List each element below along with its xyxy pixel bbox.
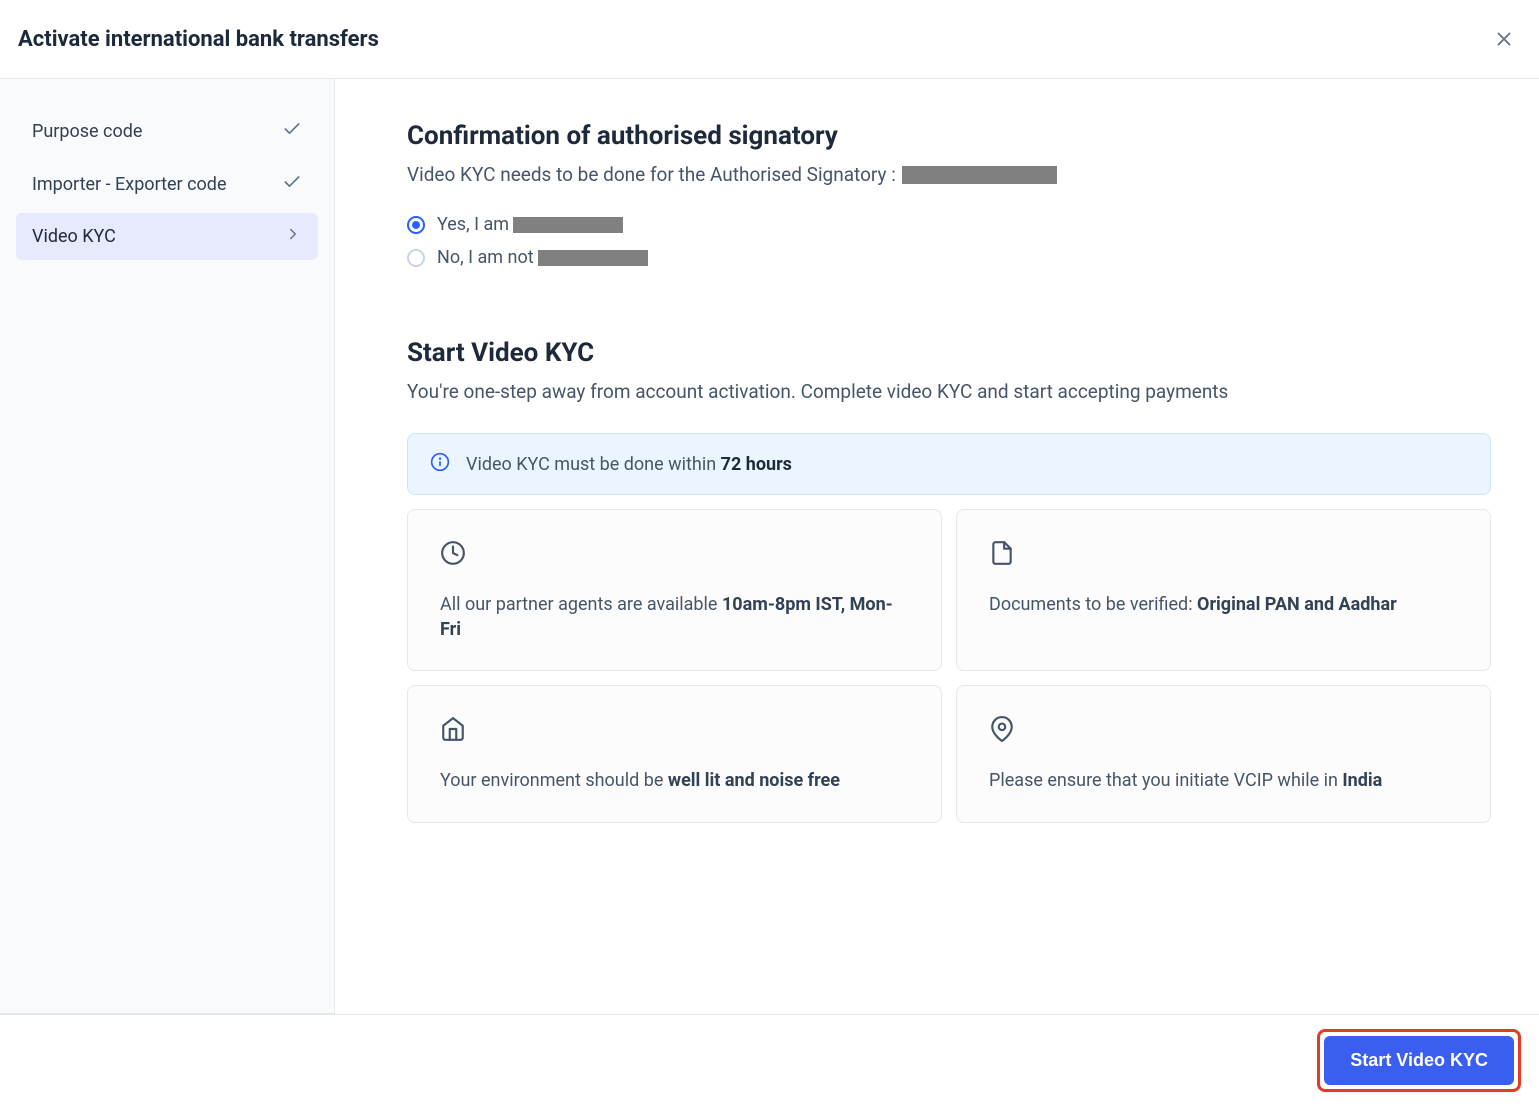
main-content: Confirmation of authorised signatory Vid…: [335, 79, 1539, 1014]
confirmation-subtitle: Video KYC needs to be done for the Autho…: [407, 163, 1491, 186]
radio-no-label: No, I am not: [437, 247, 648, 268]
footer: Start Video KYC: [0, 1014, 1539, 1106]
chevron-right-icon: [284, 225, 302, 248]
confirmation-radio-group: Yes, I am No, I am not: [407, 214, 1491, 268]
page-header: Activate international bank transfers: [0, 0, 1539, 79]
sidebar-item-label: Importer - Exporter code: [32, 174, 226, 195]
card-bold: Original PAN and Aadhar: [1197, 594, 1397, 615]
card-text: All our partner agents are available 10a…: [440, 592, 909, 642]
confirmation-section: Confirmation of authorised signatory Vid…: [407, 121, 1491, 268]
redacted-name: [538, 250, 648, 266]
check-icon: [282, 119, 302, 144]
radio-indicator-selected: [407, 216, 425, 234]
card-location: Please ensure that you initiate VCIP whi…: [956, 685, 1491, 822]
start-title: Start Video KYC: [407, 338, 1491, 368]
radio-yes-prefix: Yes, I am: [437, 214, 513, 235]
card-prefix: Please ensure that you initiate VCIP whi…: [989, 770, 1342, 791]
highlight-frame: Start Video KYC: [1317, 1029, 1521, 1092]
start-video-kyc-section: Start Video KYC You're one-step away fro…: [407, 338, 1491, 823]
sidebar-item-iec[interactable]: Importer - Exporter code: [16, 160, 318, 209]
card-prefix: All our partner agents are available: [440, 594, 722, 615]
close-icon: [1493, 28, 1515, 50]
sidebar-item-purpose-code[interactable]: Purpose code: [16, 107, 318, 156]
sidebar: Purpose code Importer - Exporter code Vi…: [0, 79, 335, 1014]
sidebar-item-video-kyc[interactable]: Video KYC: [16, 213, 318, 260]
card-bold: well lit and noise free: [668, 770, 840, 791]
info-cards: All our partner agents are available 10a…: [407, 509, 1491, 823]
confirmation-title: Confirmation of authorised signatory: [407, 121, 1491, 151]
card-bold: India: [1342, 770, 1382, 791]
card-documents: Documents to be verified: Original PAN a…: [956, 509, 1491, 671]
close-button[interactable]: [1487, 22, 1521, 56]
home-icon: [440, 716, 909, 746]
sidebar-item-label: Video KYC: [32, 226, 116, 247]
card-text: Please ensure that you initiate VCIP whi…: [989, 768, 1458, 793]
check-icon: [282, 172, 302, 197]
banner-bold: 72 hours: [721, 454, 792, 475]
card-prefix: Your environment should be: [440, 770, 668, 791]
info-icon: [430, 452, 450, 476]
radio-no-prefix: No, I am not: [437, 247, 538, 268]
redacted-name: [513, 217, 623, 233]
card-text: Your environment should be well lit and …: [440, 768, 909, 793]
confirmation-subtitle-text: Video KYC needs to be done for the Autho…: [407, 163, 896, 186]
card-prefix: Documents to be verified:: [989, 594, 1197, 615]
radio-yes-label: Yes, I am: [437, 214, 623, 235]
page-title: Activate international bank transfers: [18, 27, 379, 52]
info-banner: Video KYC must be done within 72 hours: [407, 433, 1491, 495]
start-video-kyc-button[interactable]: Start Video KYC: [1324, 1036, 1514, 1085]
radio-yes[interactable]: Yes, I am: [407, 214, 1491, 235]
location-icon: [989, 716, 1458, 746]
sidebar-item-label: Purpose code: [32, 121, 142, 142]
card-environment: Your environment should be well lit and …: [407, 685, 942, 822]
redacted-name: [902, 166, 1057, 184]
radio-indicator-unselected: [407, 249, 425, 267]
banner-prefix: Video KYC must be done within: [466, 454, 721, 475]
start-subtitle: You're one-step away from account activa…: [407, 380, 1491, 403]
card-text: Documents to be verified: Original PAN a…: [989, 592, 1458, 617]
info-banner-text: Video KYC must be done within 72 hours: [466, 454, 792, 475]
clock-icon: [440, 540, 909, 570]
card-hours: All our partner agents are available 10a…: [407, 509, 942, 671]
main-container: Purpose code Importer - Exporter code Vi…: [0, 79, 1539, 1014]
document-icon: [989, 540, 1458, 570]
radio-no[interactable]: No, I am not: [407, 247, 1491, 268]
